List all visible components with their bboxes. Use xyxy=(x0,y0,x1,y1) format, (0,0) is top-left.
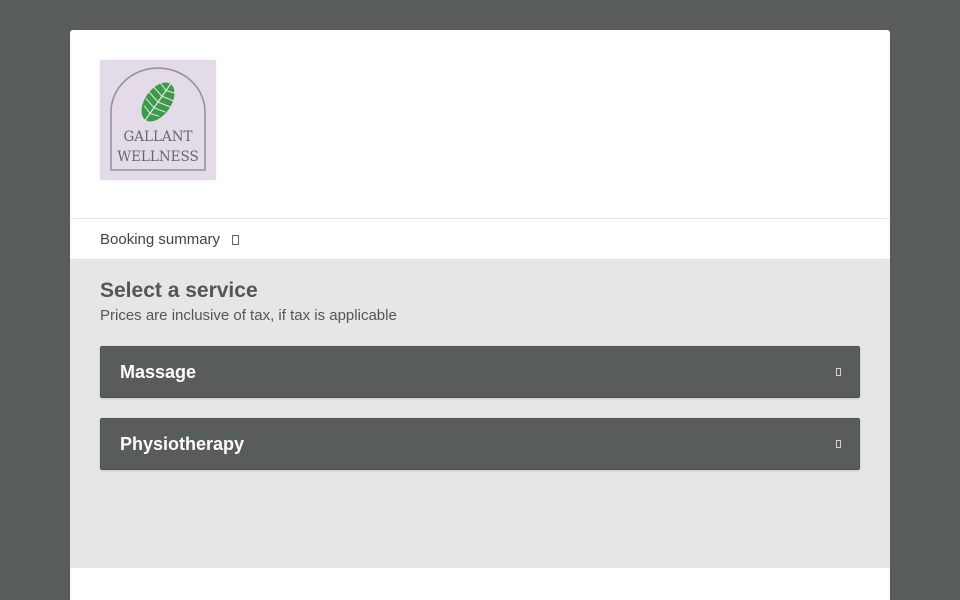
booking-summary-label: Booking summary xyxy=(100,230,221,248)
gallant-wellness-logo: GALLANT WELLNESS xyxy=(110,67,206,171)
booking-card: GALLANT WELLNESS Booking summary Select … xyxy=(70,30,890,600)
service-selection: Select a service Prices are inclusive of… xyxy=(70,260,890,568)
tax-note: Prices are inclusive of tax, if tax is a… xyxy=(100,307,397,324)
service-physiotherapy[interactable]: Physiotherapy xyxy=(100,418,860,470)
chevron-right-icon xyxy=(836,368,841,376)
logo: GALLANT WELLNESS xyxy=(100,60,216,180)
logo-text-line1: GALLANT xyxy=(123,129,192,145)
chevron-down-icon xyxy=(232,235,240,245)
chevron-right-icon xyxy=(836,440,841,448)
leaf-icon xyxy=(141,80,179,126)
service-label: Massage xyxy=(120,361,197,382)
service-label: Physiotherapy xyxy=(120,433,245,454)
header: GALLANT WELLNESS xyxy=(70,30,890,218)
booking-summary-toggle[interactable]: Booking summary xyxy=(70,218,890,260)
logo-text-line2: WELLNESS xyxy=(117,149,199,165)
service-massage[interactable]: Massage xyxy=(100,346,860,398)
page-title: Select a service xyxy=(100,279,258,302)
